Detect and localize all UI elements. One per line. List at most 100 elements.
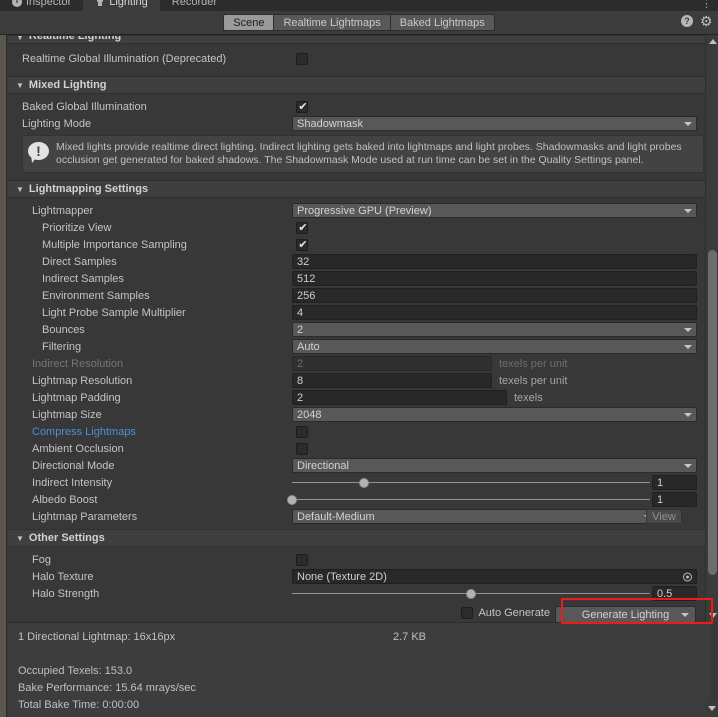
stat-bake-performance: Bake Performance: 15.64 mrays/sec (18, 682, 196, 694)
input-indirect-intensity[interactable]: 1 (652, 475, 697, 490)
generate-lighting-button[interactable]: Generate Lighting (555, 606, 696, 622)
dropdown-lightmapper[interactable]: Progressive GPU (Preview) (292, 203, 697, 218)
dropdown-filtering[interactable]: Auto (292, 339, 697, 354)
settings-scroll-body: ▼ Realtime Lighting Realtime Global Illu… (0, 35, 718, 622)
input-indirect-samples[interactable]: 512 (292, 271, 697, 286)
dropdown-directional-mode[interactable]: Directional (292, 458, 697, 473)
checkbox-multiple-importance-sampling[interactable] (296, 238, 309, 251)
row-lightmap-size: Lightmap Size 2048 (8, 406, 710, 423)
checkbox-compress-lightmaps[interactable] (296, 425, 308, 438)
control-light-probe-sample-multiplier: 4 (292, 304, 710, 321)
control-direct-samples: 32 (292, 253, 710, 270)
tab-lighting[interactable]: Lighting (83, 0, 160, 11)
label-halo-strength: Halo Strength (32, 587, 100, 600)
left-edge-strip (0, 622, 7, 717)
chevron-down-icon: ▼ (16, 533, 24, 543)
section-header-other-settings[interactable]: ▼ Other Settings (8, 529, 710, 547)
slider-handle[interactable] (358, 477, 369, 488)
generate-lighting-button-label: Generate Lighting (581, 608, 670, 621)
tab-scene[interactable]: Scene (223, 14, 274, 31)
settings-panel: ▼ Realtime Lighting Realtime Global Illu… (8, 35, 710, 622)
label-halo-texture: Halo Texture (32, 570, 94, 583)
section-header-mixed-lighting[interactable]: ▼ Mixed Lighting (8, 76, 710, 94)
auto-generate-group: Auto Generate (461, 607, 550, 619)
row-compress-lightmaps: Compress Lightmaps (8, 423, 710, 440)
view-button[interactable]: View (646, 509, 682, 524)
slider-handle[interactable] (287, 494, 297, 505)
slider-indirect-intensity[interactable] (292, 475, 650, 490)
lighting-window: Inspector Lighting Recorder ⋮ Scene Real… (0, 0, 718, 717)
checkbox-baked-global-illumination[interactable] (296, 100, 309, 113)
row-lightmap-resolution: Lightmap Resolution 8 texels per unit (8, 372, 710, 389)
generate-lighting-row: Auto Generate Generate Lighting (8, 602, 710, 622)
stat-lightmap-row: 1 Directional Lightmap: 16x16px 2.7 KB (18, 629, 710, 646)
row-bounces: Bounces 2 (8, 321, 710, 338)
dropdown-lightmap-parameters-value: Default-Medium (297, 510, 375, 523)
checkbox-realtime-global-illumination[interactable] (296, 52, 308, 65)
row-lighting-mode: Lighting Mode Shadowmask (8, 115, 710, 132)
checkbox-prioritize-view[interactable] (296, 221, 309, 234)
tab-inspector[interactable]: Inspector (0, 0, 84, 11)
lighting-toolbar: Scene Realtime Lightmaps Baked Lightmaps (0, 11, 718, 35)
scrollbar-thumb[interactable] (708, 250, 717, 575)
help-icon[interactable] (681, 15, 693, 27)
slider-halo-strength[interactable] (292, 586, 650, 601)
input-albedo-boost[interactable]: 1 (652, 492, 697, 507)
dropdown-lighting-mode[interactable]: Shadowmask (292, 116, 697, 131)
mixed-lighting-info-box: ! Mixed lights provide realtime direct l… (22, 135, 704, 173)
label-realtime-global-illumination: Realtime Global Illumination (Deprecated… (22, 52, 227, 65)
chevron-down-icon[interactable] (681, 612, 689, 617)
tab-baked-lightmaps[interactable]: Baked Lightmaps (389, 14, 495, 31)
checkbox-fog[interactable] (296, 553, 308, 566)
toolbar-right-icons (681, 15, 712, 27)
checkbox-ambient-occlusion[interactable] (296, 442, 308, 455)
input-lightmap-resolution[interactable]: 8 (292, 373, 492, 388)
control-halo-texture: None (Texture 2D) (292, 568, 710, 585)
slider-albedo-boost[interactable] (287, 492, 650, 507)
input-lightmap-padding[interactable]: 2 (292, 390, 507, 405)
label-compress-lightmaps[interactable]: Compress Lightmaps (8, 426, 292, 438)
gear-icon[interactable] (700, 15, 712, 27)
dropdown-bounces[interactable]: 2 (292, 322, 697, 337)
input-light-probe-sample-multiplier[interactable]: 4 (292, 305, 697, 320)
chevron-down-icon (684, 327, 692, 332)
row-indirect-resolution: Indirect Resolution 2 texels per unit (8, 355, 710, 372)
chevron-down-icon (684, 208, 692, 213)
label-indirect-intensity: Indirect Intensity (32, 476, 113, 489)
row-halo-texture: Halo Texture None (Texture 2D) (8, 568, 710, 585)
section-header-realtime-lighting[interactable]: ▼ Realtime Lighting (8, 35, 710, 44)
tab-overflow-menu-icon[interactable]: ⋮ (701, 0, 718, 10)
label-lightmap-parameters: Lightmap Parameters (32, 510, 138, 523)
control-compress-lightmaps (292, 423, 710, 440)
control-lightmap-parameters: Default-Medium View (292, 508, 710, 525)
row-filtering: Filtering Auto (8, 338, 710, 355)
object-field-halo-texture[interactable]: None (Texture 2D) (292, 569, 697, 584)
label-lightmap-padding: Lightmap Padding (32, 391, 121, 404)
scroll-down-arrow-icon[interactable] (706, 609, 718, 622)
tab-recorder[interactable]: Recorder (159, 0, 230, 11)
input-halo-strength[interactable]: 0.5 (652, 586, 697, 601)
row-baked-global-illumination: Baked Global Illumination (8, 98, 710, 115)
info-icon (12, 0, 22, 7)
row-halo-strength: Halo Strength 0.5 (8, 585, 710, 602)
tab-realtime-lightmaps[interactable]: Realtime Lightmaps (273, 14, 390, 31)
object-picker-icon[interactable] (683, 572, 692, 581)
checkbox-auto-generate[interactable] (461, 607, 474, 619)
control-indirect-intensity: 1 (292, 474, 710, 491)
vertical-scrollbar[interactable] (705, 35, 718, 622)
label-light-probe-sample-multiplier: Light Probe Sample Multiplier (42, 306, 186, 319)
bottom-scroll-arrow-icon[interactable] (705, 699, 718, 717)
input-direct-samples[interactable]: 32 (292, 254, 697, 269)
dropdown-lightmap-parameters[interactable]: Default-Medium (292, 509, 657, 524)
chevron-down-icon (684, 344, 692, 349)
control-lightmap-size: 2048 (292, 406, 710, 423)
label-lightmapper: Lightmapper (32, 204, 94, 217)
control-multiple-importance-sampling (292, 236, 710, 253)
scroll-up-arrow-icon[interactable] (706, 35, 718, 48)
slider-handle[interactable] (466, 588, 476, 599)
label-lightmap-resolution: Lightmap Resolution (32, 374, 133, 387)
control-realtime-global-illumination (292, 49, 710, 68)
dropdown-lightmap-size[interactable]: 2048 (292, 407, 697, 422)
input-environment-samples[interactable]: 256 (292, 288, 697, 303)
section-header-lightmapping-settings[interactable]: ▼ Lightmapping Settings (8, 180, 710, 198)
